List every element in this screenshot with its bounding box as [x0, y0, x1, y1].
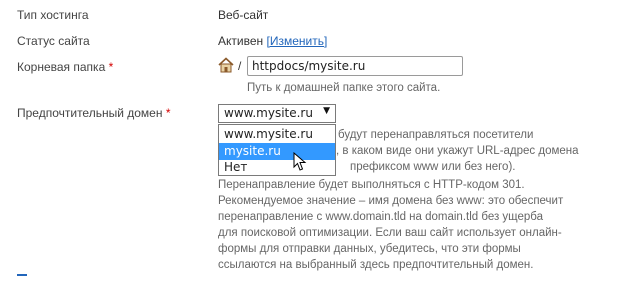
option-www-domain[interactable]: www.mysite.ru — [219, 126, 335, 143]
required-mark: * — [165, 106, 171, 120]
site-status-row: Активен [Изменить] — [218, 34, 327, 48]
root-folder-label: Корневая папка — [17, 60, 106, 74]
required-mark: * — [108, 60, 114, 74]
domain-description-line: ссылаются на выбранный здесь предпочтите… — [218, 259, 534, 271]
site-status-label: Статус сайта — [17, 34, 90, 48]
domain-description-line: Рекомендуемое значение – имя домена без … — [218, 195, 564, 207]
option-bare-domain[interactable]: mysite.ru — [219, 143, 335, 160]
preferred-domain-label-wrap: Предпочтительный домен * — [17, 106, 171, 120]
root-folder-input[interactable]: httpdocs/mysite.ru — [247, 56, 463, 76]
bottom-link-fragment[interactable] — [17, 274, 27, 276]
triangle-down-icon: ▼ — [323, 106, 330, 116]
preferred-domain-dropdown-list: www.mysite.ru mysite.ru Нет — [218, 124, 336, 176]
path-separator: / — [238, 59, 242, 73]
mouse-pointer-icon — [293, 152, 307, 171]
home-icon[interactable] — [218, 57, 234, 73]
hosting-type-value: Веб-сайт — [218, 8, 269, 22]
root-folder-hint: Путь к домашней папке этого сайта. — [247, 82, 441, 94]
option-none[interactable]: Нет — [219, 159, 335, 176]
root-folder-label-wrap: Корневая папка * — [17, 60, 113, 74]
site-status-value: Активен — [218, 34, 264, 48]
domain-description-line: префиксом www или без него). — [350, 161, 516, 173]
preferred-domain-select[interactable]: www.mysite.ru ▼ — [218, 104, 336, 123]
domain-description-line: Перенаправление будет выполняться с HTTP… — [218, 179, 525, 191]
domain-description-line: для поисковой оптимизации. Если ваш сайт… — [218, 227, 562, 239]
selected-domain-value: www.mysite.ru — [224, 106, 313, 120]
change-status-link[interactable]: [Изменить] — [266, 34, 327, 48]
preferred-domain-label: Предпочтительный домен — [17, 106, 163, 120]
domain-description-line: , в каком виде они укажут URL-адрес доме… — [336, 145, 579, 157]
domain-description-line: формы для отправки данных, убедитесь, чт… — [218, 243, 521, 255]
domain-description-line: будут перенаправляться посетители — [338, 129, 534, 141]
domain-description-line: перенаправление с www.domain.tld на doma… — [218, 211, 544, 223]
hosting-type-label: Тип хостинга — [17, 8, 89, 22]
